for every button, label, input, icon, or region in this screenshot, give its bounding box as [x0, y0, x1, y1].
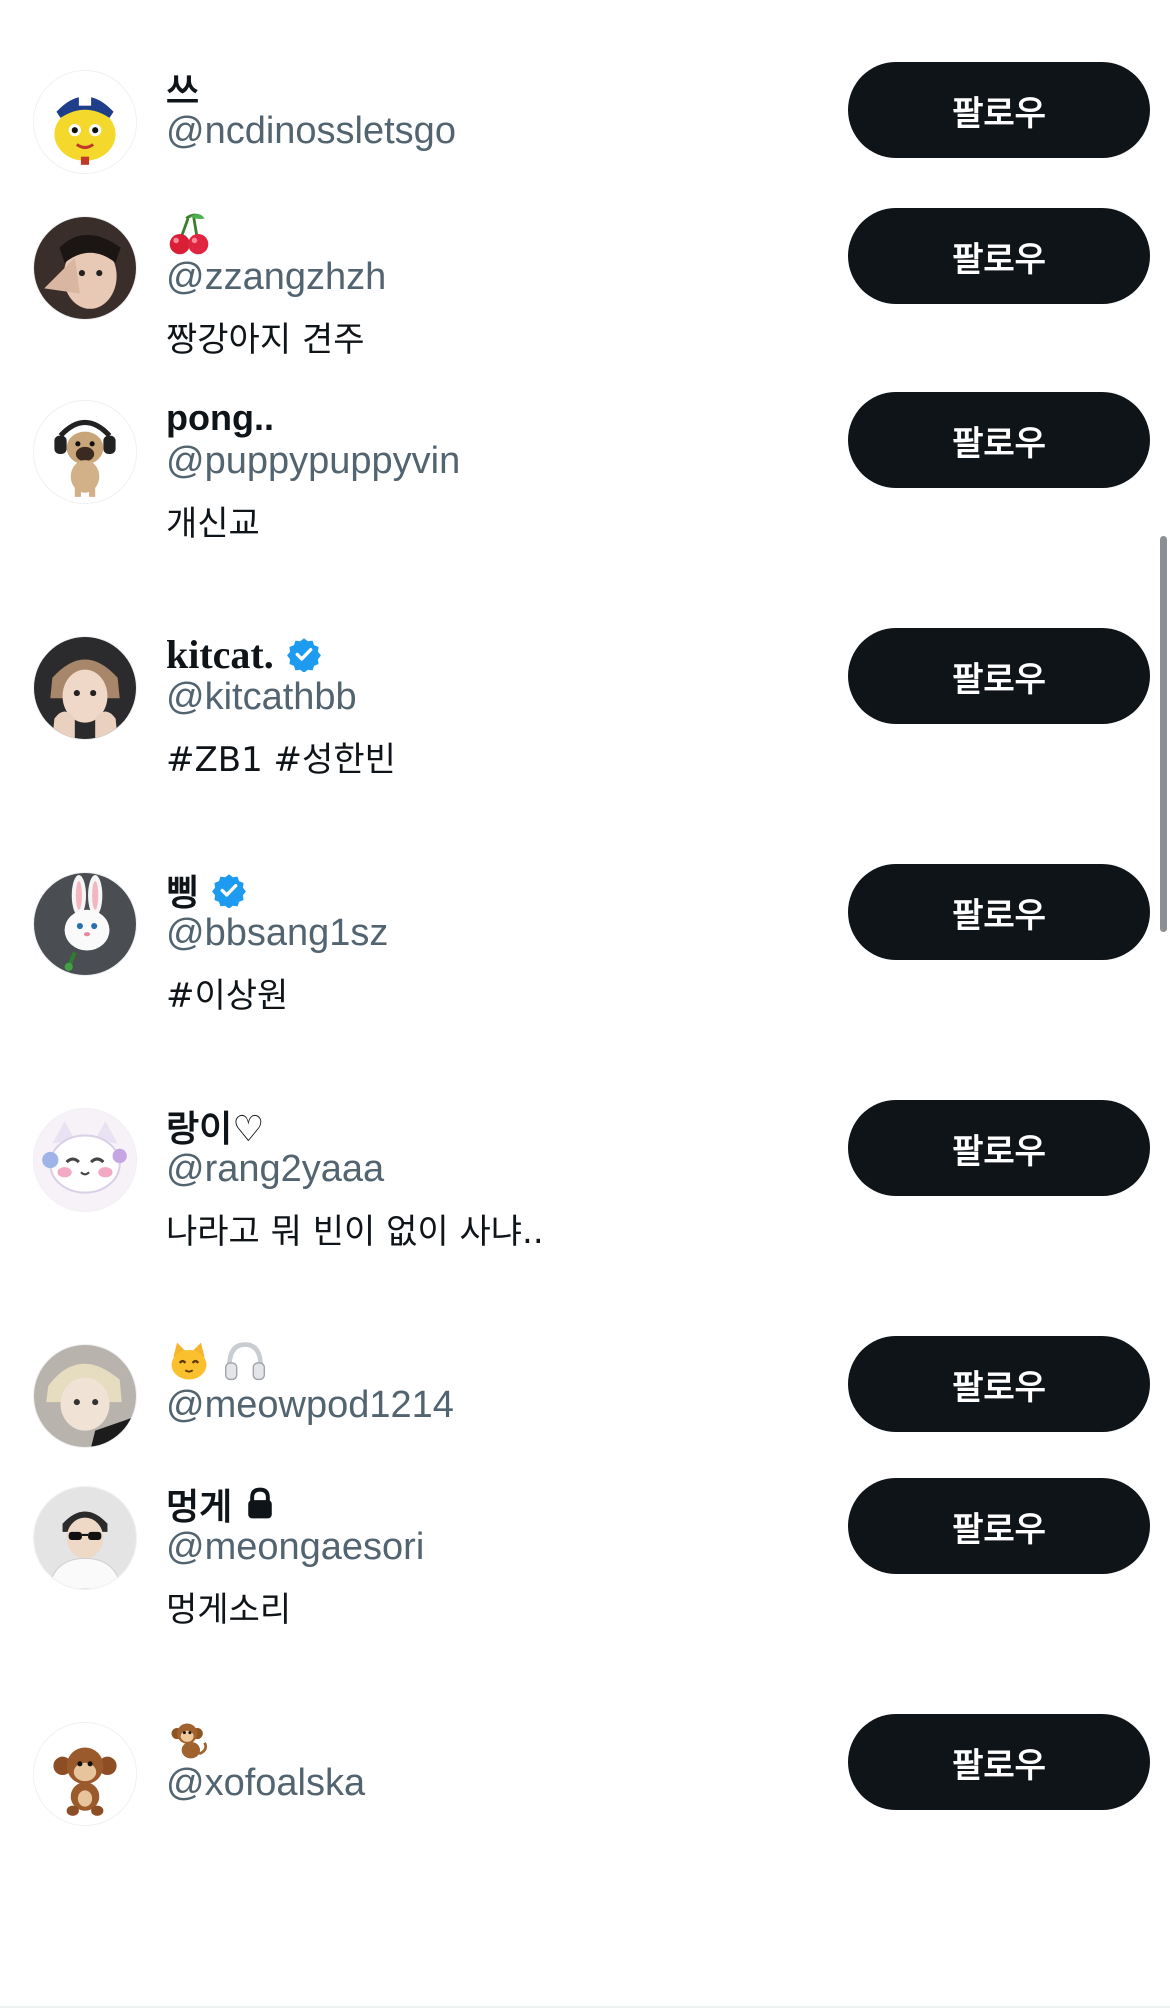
- display-name[interactable]: pong..: [166, 397, 274, 439]
- verified-badge-icon: [211, 872, 247, 908]
- cherry-emoji: [166, 211, 212, 257]
- account-row[interactable]: kitcat. @kitcathbb #ZB1 #성한빈 팔로우: [0, 566, 1170, 802]
- username[interactable]: @kitcathbb: [166, 676, 357, 719]
- follow-button[interactable]: 팔로우: [848, 208, 1150, 304]
- person-sunglasses-photo: [34, 1487, 136, 1589]
- toy-monkey-photo: [34, 1723, 136, 1825]
- name-line: kitcat.: [166, 626, 322, 682]
- display-name[interactable]: 쓰: [166, 62, 199, 114]
- avatar[interactable]: [33, 400, 137, 504]
- bio: 멍게소리: [166, 1590, 292, 1630]
- cat-face-emoji: [166, 1339, 212, 1385]
- verified-badge-icon: [286, 636, 322, 672]
- follow-button[interactable]: 팔로우: [848, 1100, 1150, 1196]
- account-row[interactable]: 멍게 @meongaesori 멍게소리 팔로우: [0, 1416, 1170, 1652]
- account-row[interactable]: pong.. @puppypuppyvin 개신교 팔로우: [0, 330, 1170, 566]
- display-name[interactable]: 멍게: [166, 1478, 232, 1530]
- bio: #ZB1 #성한빈: [166, 740, 396, 780]
- bio: #이상원: [166, 976, 289, 1016]
- username[interactable]: @rang2yaaa: [166, 1148, 384, 1191]
- follow-button[interactable]: 팔로우: [848, 864, 1150, 960]
- follow-button[interactable]: 팔로우: [848, 1714, 1150, 1810]
- lock-icon: [244, 1487, 276, 1521]
- white-bunny-photo: [34, 873, 136, 975]
- name-line: 랑이♡: [166, 1098, 265, 1154]
- username[interactable]: @meongaesori: [166, 1526, 424, 1569]
- username[interactable]: @zzangzhzh: [166, 256, 386, 299]
- name-line: 멍게: [166, 1476, 276, 1532]
- follow-button[interactable]: 팔로우: [848, 1478, 1150, 1574]
- account-row[interactable]: 삥 @bbsang1sz #이상원 팔로우: [0, 802, 1170, 1038]
- person-hands-face-photo: [34, 637, 136, 739]
- display-name[interactable]: 랑이♡: [166, 1100, 265, 1152]
- name-line: pong..: [166, 390, 274, 446]
- avatar[interactable]: [33, 872, 137, 976]
- follow-button[interactable]: 팔로우: [848, 62, 1150, 158]
- avatar[interactable]: [33, 1486, 137, 1590]
- username[interactable]: @puppypuppyvin: [166, 440, 460, 483]
- username[interactable]: @bbsang1sz: [166, 912, 388, 955]
- avatar[interactable]: [33, 636, 137, 740]
- name-line: 삥: [166, 862, 247, 918]
- follow-button[interactable]: 팔로우: [848, 392, 1150, 488]
- name-line: 쓰: [166, 60, 199, 116]
- name-line: [166, 206, 222, 262]
- account-row[interactable]: @xofoalska 팔로우: [0, 1652, 1170, 1888]
- monkey-emoji: [166, 1717, 212, 1763]
- pug-headphones-photo: [34, 401, 136, 503]
- scrollbar[interactable]: [1160, 536, 1167, 932]
- display-name[interactable]: kitcat.: [166, 631, 274, 678]
- display-name[interactable]: 삥: [166, 864, 199, 916]
- headphones-emoji: [222, 1339, 268, 1385]
- username[interactable]: @xofoalska: [166, 1762, 365, 1805]
- avatar[interactable]: [33, 1722, 137, 1826]
- account-row[interactable]: 랑이♡ @rang2yaaa 나라고 뭐 빈이 없이 사냐.. 팔로우: [0, 1038, 1170, 1274]
- bio: 나라고 뭐 빈이 없이 사냐..: [166, 1212, 544, 1252]
- divider: [0, 2006, 1170, 2008]
- name-line: [166, 1334, 278, 1390]
- avatar[interactable]: [33, 216, 137, 320]
- follow-button[interactable]: 팔로우: [848, 628, 1150, 724]
- avatar[interactable]: [33, 1108, 137, 1212]
- person-heart-pose-photo: [34, 217, 136, 319]
- bio: 개신교: [166, 504, 260, 544]
- name-line: [166, 1712, 222, 1768]
- cartoon-cat-icon: [34, 1109, 136, 1211]
